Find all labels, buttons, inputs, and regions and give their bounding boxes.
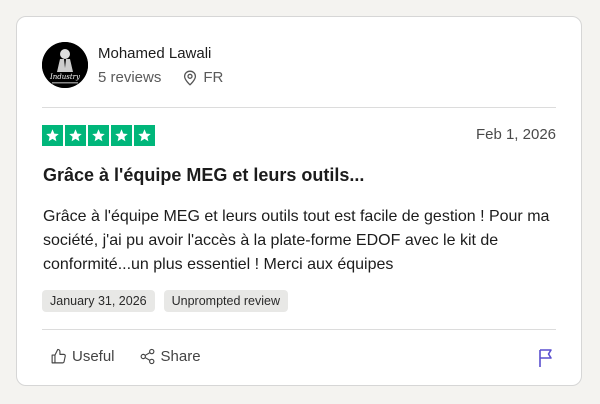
reviewer-avatar[interactable]: Industry xyxy=(42,42,88,88)
share-button[interactable]: Share xyxy=(139,348,201,365)
thumbs-up-icon xyxy=(51,348,66,364)
reviewer-name[interactable]: Mohamed Lawali xyxy=(98,45,211,62)
review-card: Industry Mohamed Lawali 5 reviews FR Feb… xyxy=(16,16,582,386)
location-pin-icon xyxy=(184,70,197,86)
reviews-count: 5 reviews xyxy=(98,69,162,86)
experience-date-tag: January 31, 2026 xyxy=(42,290,155,312)
review-tags: January 31, 2026 Unprompted review xyxy=(42,290,297,312)
share-label: Share xyxy=(160,348,201,365)
star-icon xyxy=(88,125,109,146)
unprompted-review-tag[interactable]: Unprompted review xyxy=(163,290,288,312)
star-rating xyxy=(42,125,157,146)
star-icon xyxy=(42,125,63,146)
reviewer-meta: 5 reviews FR xyxy=(98,69,223,86)
country-code: FR xyxy=(203,69,224,86)
avatar-logo-text: Industry xyxy=(49,73,81,81)
star-icon xyxy=(111,125,132,146)
review-body: Grâce à l'équipe MEG et leurs outils tou… xyxy=(43,208,550,273)
star-icon xyxy=(134,125,155,146)
share-icon xyxy=(140,348,154,365)
review-actions: Useful Share xyxy=(50,348,225,365)
useful-button[interactable]: Useful xyxy=(50,348,115,365)
footer-divider xyxy=(42,329,556,330)
review-date: Feb 1, 2026 xyxy=(475,126,556,143)
star-icon xyxy=(65,125,86,146)
reviewer-location: FR xyxy=(183,69,223,86)
header-divider xyxy=(42,107,556,108)
review-title[interactable]: Grâce à l'équipe MEG et leurs outils... xyxy=(43,165,364,186)
useful-label: Useful xyxy=(72,348,115,365)
report-flag-button[interactable] xyxy=(537,348,555,373)
flag-icon xyxy=(539,349,552,367)
